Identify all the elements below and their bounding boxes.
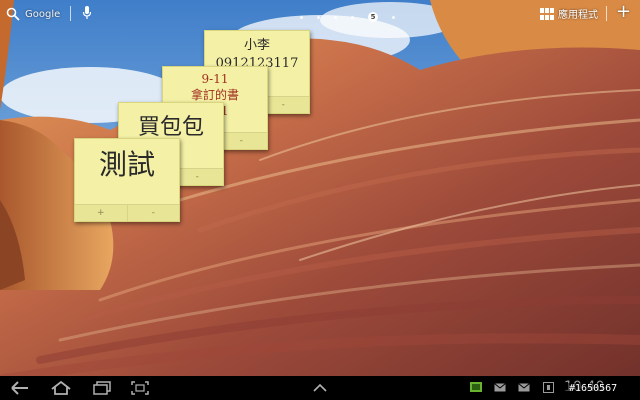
notification-icon[interactable] [542, 381, 554, 393]
page-dot [392, 15, 395, 19]
apps-grid-icon [540, 7, 554, 20]
page-dot [351, 15, 354, 19]
home-button[interactable] [48, 379, 74, 397]
screenshot-button[interactable] [128, 379, 152, 397]
mail-icon[interactable] [494, 381, 506, 393]
apps-label: 應用程式 [558, 10, 598, 21]
sticky-note[interactable]: 測試 + - [74, 138, 180, 222]
add-widget-button[interactable]: + [616, 2, 631, 22]
note-body[interactable]: 測試 [75, 139, 179, 205]
note-remove-button[interactable]: - [126, 205, 179, 221]
google-search-widget[interactable]: Google [6, 4, 60, 24]
note-text: 測試 [98, 148, 155, 181]
note-controls: + - [75, 204, 179, 221]
home-icon [51, 381, 71, 395]
apps-button[interactable]: 應用程式 [540, 6, 598, 21]
page-dot [334, 15, 337, 19]
note-add-button[interactable]: + [75, 205, 127, 221]
search-label: Google [25, 8, 61, 20]
screenshot-icon [131, 381, 149, 395]
battery-app-icon[interactable] [470, 381, 482, 393]
recent-apps-button[interactable] [90, 379, 114, 397]
expand-button[interactable] [308, 379, 332, 397]
system-bar: 10:40 [0, 376, 640, 400]
search-icon [6, 7, 20, 21]
back-button[interactable] [8, 379, 32, 397]
watermark: #1650567 [566, 383, 621, 394]
recent-apps-icon [93, 381, 111, 395]
microphone-icon[interactable] [82, 5, 92, 21]
home-top-bar: Google 5 應用程式 + [0, 0, 640, 28]
page-dot [317, 15, 320, 19]
current-page-badge: 5 [368, 12, 378, 22]
chevron-up-icon [313, 383, 327, 392]
divider [70, 6, 71, 21]
back-arrow-icon [11, 381, 28, 395]
page-indicator: 5 [300, 12, 395, 22]
page-dot [300, 15, 303, 19]
divider [606, 6, 607, 21]
gmail-icon[interactable] [518, 381, 530, 393]
